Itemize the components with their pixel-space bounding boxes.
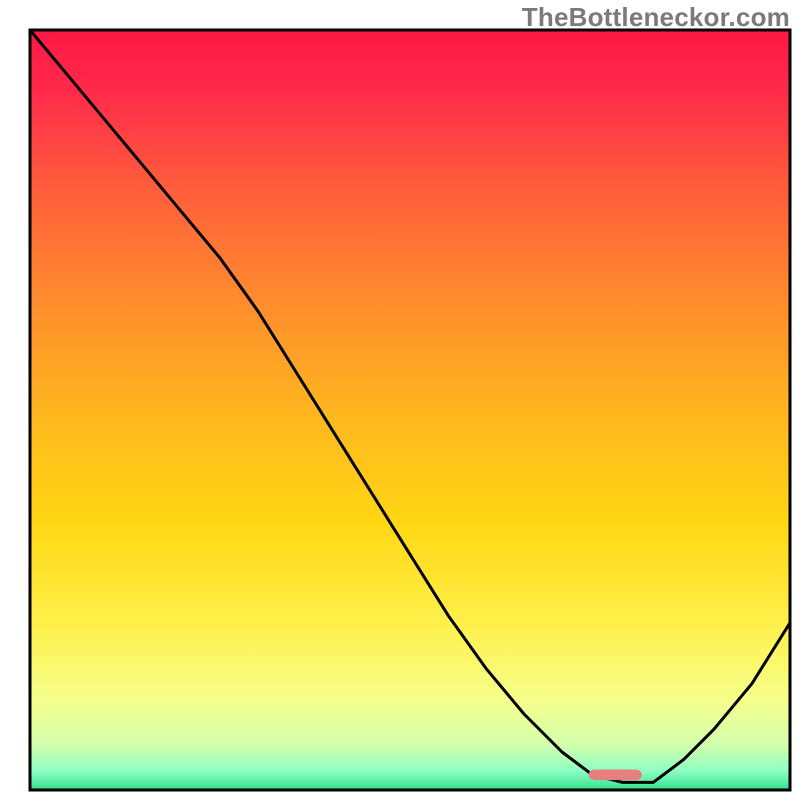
optimum-marker — [589, 769, 642, 780]
plot-background — [30, 30, 790, 790]
chart-svg — [0, 0, 800, 800]
chart-frame: TheBottleneckor.com — [0, 0, 800, 800]
